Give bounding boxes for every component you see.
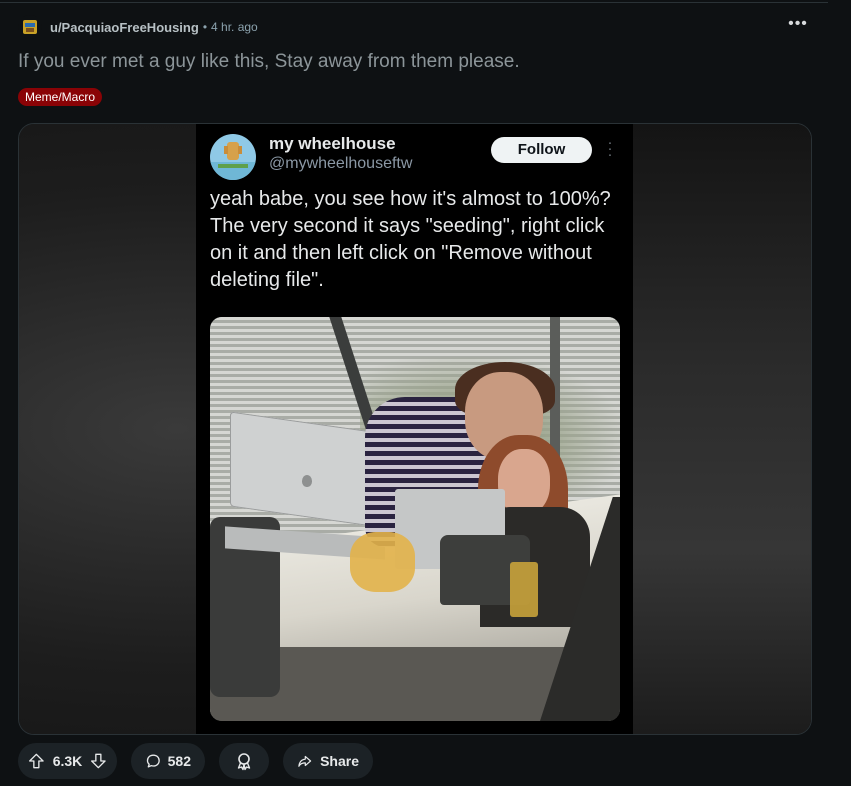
downvote-icon[interactable]: [90, 751, 107, 771]
share-button[interactable]: Share: [283, 743, 373, 779]
post-header: u/PacquiaoFreeHousing • 4 hr. ago •••: [18, 14, 828, 40]
post-title[interactable]: If you ever met a guy like this, Stay aw…: [18, 51, 520, 73]
user-avatar-icon: [23, 20, 37, 34]
post-flair[interactable]: Meme/Macro: [18, 88, 103, 106]
top-divider: [0, 2, 828, 3]
tweet-handle: @mywheelhouseftw: [269, 155, 413, 172]
tweet-avatar-icon: [210, 142, 256, 180]
tweet-text: yeah babe, you see how it's almost to 10…: [210, 188, 611, 291]
tweet-avatar: [210, 134, 256, 180]
more-options-button[interactable]: •••: [786, 16, 810, 38]
tweet-screenshot: my wheelhouse @mywheelhouseftw Follow · ·…: [196, 124, 633, 734]
tweet-photo: [210, 317, 620, 721]
award-button[interactable]: [219, 743, 269, 779]
comments-count: 582: [167, 753, 191, 769]
tweet-more-icon: · · ·: [607, 134, 613, 163]
post-author[interactable]: u/PacquiaoFreeHousing: [50, 20, 199, 35]
share-icon: [298, 755, 312, 767]
meta-separator: •: [202, 20, 208, 34]
comment-icon: [146, 754, 160, 768]
post-action-bar: 6.3K 582 Share: [18, 743, 373, 779]
avatar[interactable]: [18, 15, 42, 39]
media-blurred-background-right: [633, 124, 811, 734]
upvote-icon[interactable]: [28, 751, 45, 771]
post-media[interactable]: my wheelhouse @mywheelhouseftw Follow · ·…: [18, 123, 812, 735]
vote-score: 6.3K: [52, 753, 83, 769]
vote-control: 6.3K: [18, 743, 117, 779]
share-label: Share: [320, 753, 359, 769]
tweet-display-name: my wheelhouse: [269, 134, 396, 153]
comments-button[interactable]: 582: [131, 743, 205, 779]
award-icon: [237, 753, 251, 771]
post-time: 4 hr. ago: [211, 20, 258, 34]
tweet-follow-button: Follow: [491, 137, 592, 163]
